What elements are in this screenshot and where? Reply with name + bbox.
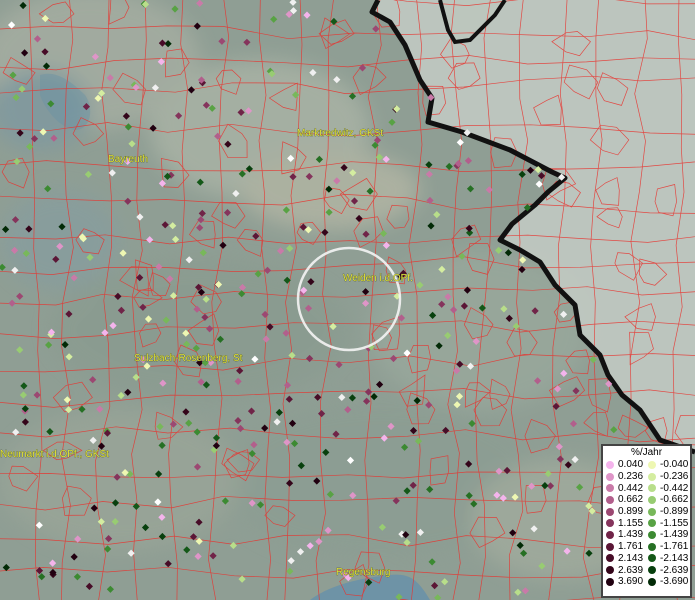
legend-item: 1.155 [606, 517, 648, 529]
legend-label: -0.442 [660, 482, 689, 494]
legend-label: -3.690 [660, 576, 689, 588]
legend-item: 2.639 [606, 564, 648, 576]
legend-item: 1.439 [606, 529, 648, 541]
legend-label: 0.442 [618, 482, 644, 494]
legend-swatch-icon [606, 495, 614, 504]
legend-swatch-icon [606, 554, 614, 563]
legend-swatch-icon [606, 460, 614, 469]
city-label-marktredwitz: Marktredwitz, GKSt [297, 128, 383, 139]
legend-item: 2.143 [606, 553, 648, 565]
legend-negative-column: -0.040 -0.236 -0.442 -0.662 -0.899 -1.155 -1.4… [648, 459, 690, 588]
legend-item: -0.662 [648, 494, 690, 506]
city-label-sulzbach-rosenberg: Sulzbach-Rosenberg, St [134, 353, 243, 364]
city-label-weiden: Weiden i.d.OPf. [343, 273, 413, 284]
legend-item: -0.040 [648, 459, 690, 471]
legend-swatch-icon [606, 472, 614, 481]
legend-swatch-icon [648, 495, 656, 504]
legend-positive-column: 0.040 0.236 0.442 0.662 0.899 1.155 1.439 1.761… [606, 459, 648, 588]
legend-item: 0.442 [606, 482, 648, 494]
legend-label: 1.761 [618, 541, 644, 553]
legend-label: -0.899 [660, 506, 689, 518]
legend-label: -0.662 [660, 494, 689, 506]
legend-item: -2.143 [648, 553, 690, 565]
legend-label: 2.143 [618, 552, 644, 564]
legend-item: -3.690 [648, 576, 690, 588]
legend-label: -1.439 [660, 529, 689, 541]
map-canvas[interactable]: Bayreuth Marktredwitz, GKSt Weiden i.d.O… [0, 0, 695, 600]
legend-item: -1.761 [648, 541, 690, 553]
legend-label: 2.639 [618, 564, 644, 576]
legend-label: -0.236 [660, 471, 689, 483]
city-label-neumarkt: Neumarkt i.d.OPf., GKSt [0, 449, 109, 460]
legend-swatch-icon [648, 542, 656, 551]
legend-swatch-icon [648, 554, 656, 563]
legend-item: 0.236 [606, 471, 648, 483]
legend-item: -0.236 [648, 471, 690, 483]
legend-item: -0.899 [648, 506, 690, 518]
legend-swatch-icon [648, 460, 656, 469]
legend-swatch-icon [606, 566, 614, 575]
legend-swatch-icon [606, 519, 614, 528]
legend-item: 1.761 [606, 541, 648, 553]
legend-item: 0.662 [606, 494, 648, 506]
legend-label: -2.143 [660, 552, 689, 564]
legend-swatch-icon [648, 519, 656, 528]
legend-swatch-icon [606, 577, 614, 586]
legend-swatch-icon [606, 542, 614, 551]
legend-label: 1.155 [618, 517, 644, 529]
legend-item: 0.899 [606, 506, 648, 518]
legend-swatch-icon [606, 507, 614, 516]
legend-label: 3.690 [618, 576, 644, 588]
legend-label: -1.155 [660, 517, 689, 529]
legend-label: 0.040 [618, 459, 644, 471]
legend-swatch-icon [648, 530, 656, 539]
legend-item: 3.690 [606, 576, 648, 588]
legend-swatch-icon [648, 577, 656, 586]
legend-swatch-icon [606, 530, 614, 539]
city-label-regensburg: Regensburg [336, 567, 390, 578]
legend-item: 0.040 [606, 459, 648, 471]
city-label-bayreuth: Bayreuth [108, 154, 148, 165]
legend-swatch-icon [648, 484, 656, 493]
legend-item: -2.639 [648, 564, 690, 576]
legend-item: -1.439 [648, 529, 690, 541]
legend-label: 0.899 [618, 506, 644, 518]
legend-title: %/Jahr [630, 447, 663, 458]
legend-label: 0.236 [618, 471, 644, 483]
legend-swatch-icon [606, 484, 614, 493]
legend-label: -0.040 [660, 459, 689, 471]
legend-label: -2.639 [660, 564, 689, 576]
legend-label: 0.662 [618, 494, 644, 506]
legend-item: -1.155 [648, 517, 690, 529]
legend-label: 1.439 [618, 529, 644, 541]
legend-item: -0.442 [648, 482, 690, 494]
legend: %/Jahr 0.040 0.236 0.442 0.662 0.899 1.155 1.4… [601, 444, 692, 598]
legend-swatch-icon [648, 566, 656, 575]
legend-swatch-icon [648, 472, 656, 481]
legend-swatch-icon [648, 507, 656, 516]
legend-label: -1.761 [660, 541, 689, 553]
